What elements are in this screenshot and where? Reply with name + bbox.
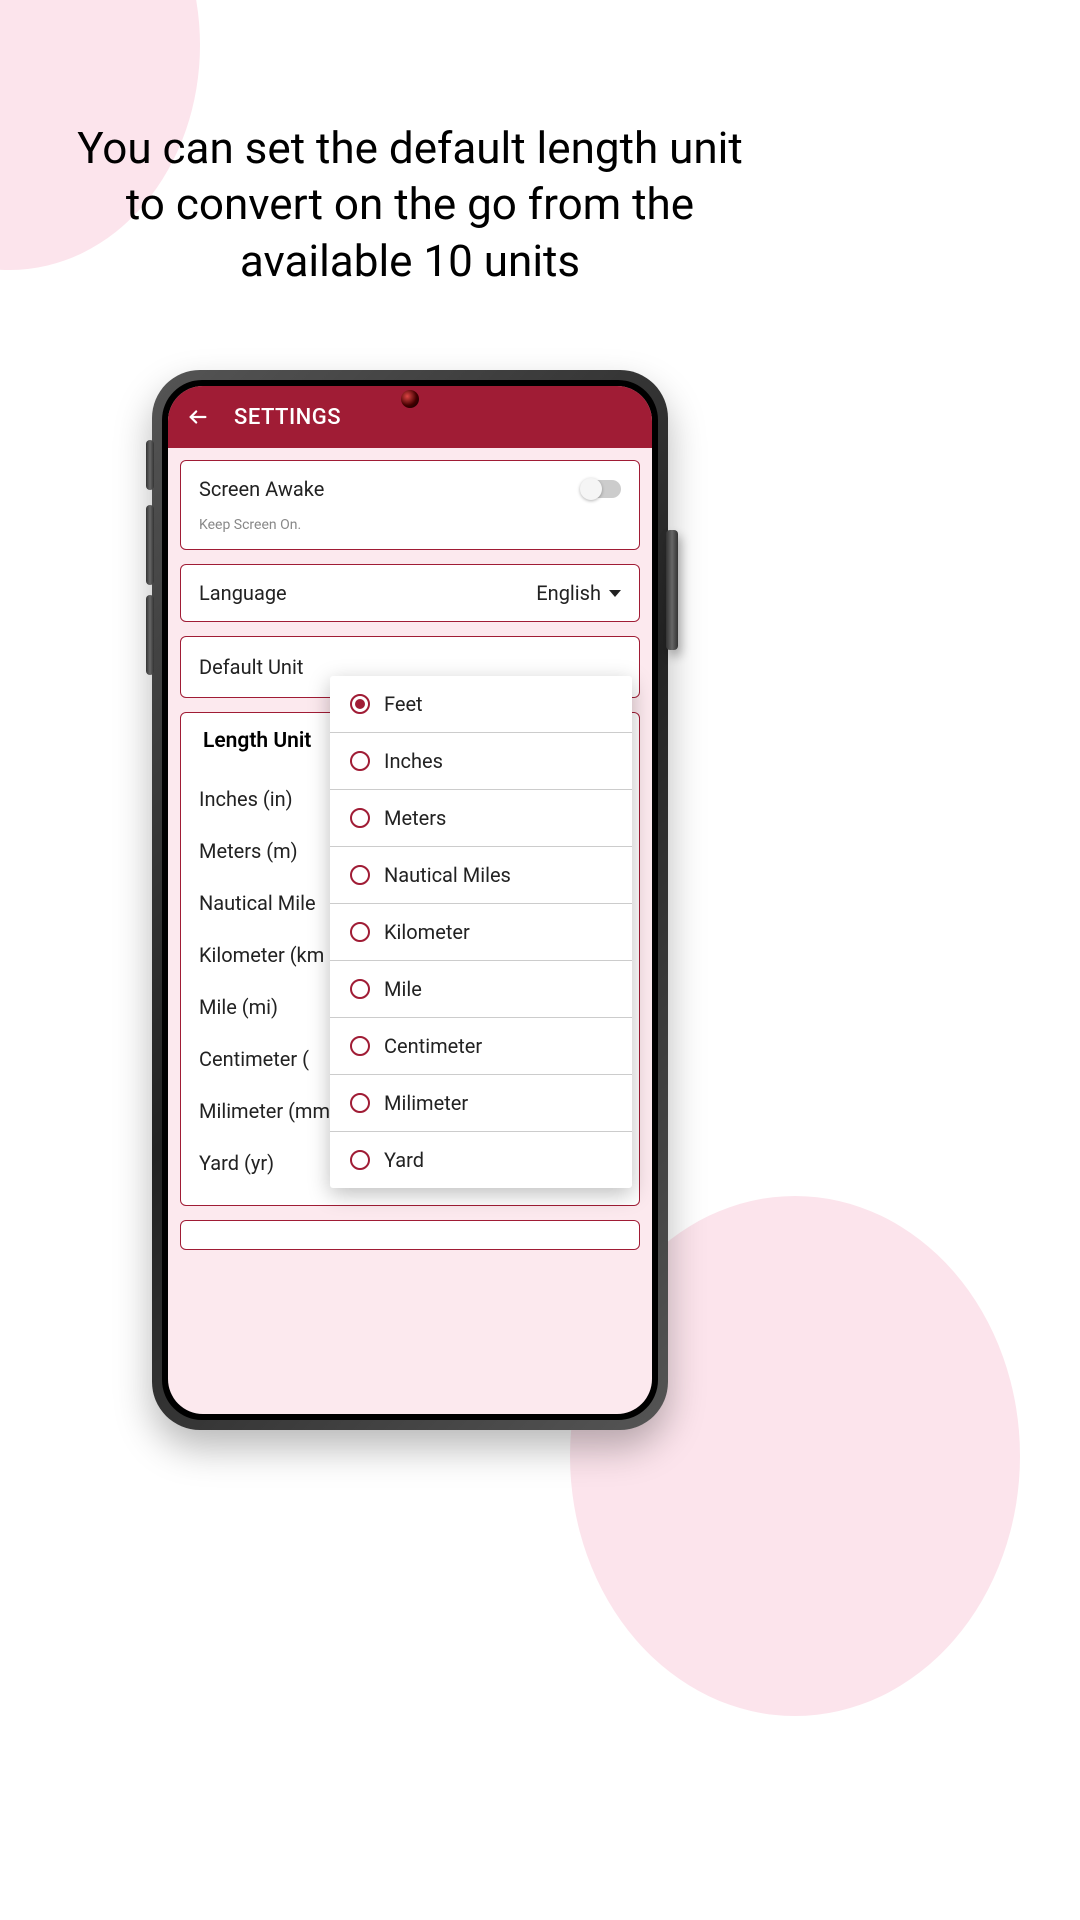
radio-icon <box>350 808 370 828</box>
phone-side-button <box>666 530 678 650</box>
phone-side-button <box>146 595 154 675</box>
unit-option-nautical-miles[interactable]: Nautical Miles <box>330 846 632 903</box>
promo-headline: You can set the default length unit to c… <box>60 120 760 289</box>
radio-icon <box>350 979 370 999</box>
screen-awake-card: Screen Awake Keep Screen On. <box>180 460 640 550</box>
language-label: Language <box>199 581 287 605</box>
phone-side-button <box>146 505 154 585</box>
unit-option-inches[interactable]: Inches <box>330 732 632 789</box>
language-value: English <box>536 581 601 605</box>
settings-content: Screen Awake Keep Screen On. Language En… <box>168 448 652 1414</box>
radio-icon <box>350 1150 370 1170</box>
radio-icon <box>350 1036 370 1056</box>
screen-awake-title: Screen Awake <box>199 477 324 501</box>
appbar-title: SETTINGS <box>234 405 341 430</box>
screen-awake-subtitle: Keep Screen On. <box>199 517 621 533</box>
radio-icon <box>350 751 370 771</box>
phone-frame: SETTINGS Screen Awake Keep Screen On. La… <box>152 370 668 1430</box>
phone-camera <box>401 390 419 408</box>
unit-option-centimeter[interactable]: Centimeter <box>330 1017 632 1074</box>
unit-option-yard[interactable]: Yard <box>330 1131 632 1188</box>
unit-option-milimeter[interactable]: Milimeter <box>330 1074 632 1131</box>
screen-awake-toggle[interactable] <box>581 480 621 498</box>
unit-option-feet[interactable]: Feet <box>330 676 632 732</box>
radio-icon <box>350 922 370 942</box>
unit-option-mile[interactable]: Mile <box>330 960 632 1017</box>
unit-option-meters[interactable]: Meters <box>330 789 632 846</box>
phone-side-button <box>146 440 154 490</box>
next-card-partial <box>180 1220 640 1250</box>
default-unit-label: Default Unit <box>199 655 303 679</box>
app-screen: SETTINGS Screen Awake Keep Screen On. La… <box>168 386 652 1414</box>
chevron-down-icon <box>609 590 621 597</box>
radio-icon <box>350 1093 370 1113</box>
radio-selected-icon <box>350 694 370 714</box>
radio-icon <box>350 865 370 885</box>
language-card[interactable]: Language English <box>180 564 640 622</box>
unit-option-kilometer[interactable]: Kilometer <box>330 903 632 960</box>
back-arrow-icon[interactable] <box>186 405 210 429</box>
default-unit-popover: Feet Inches Meters Nautical Miles Kilome… <box>330 676 632 1188</box>
